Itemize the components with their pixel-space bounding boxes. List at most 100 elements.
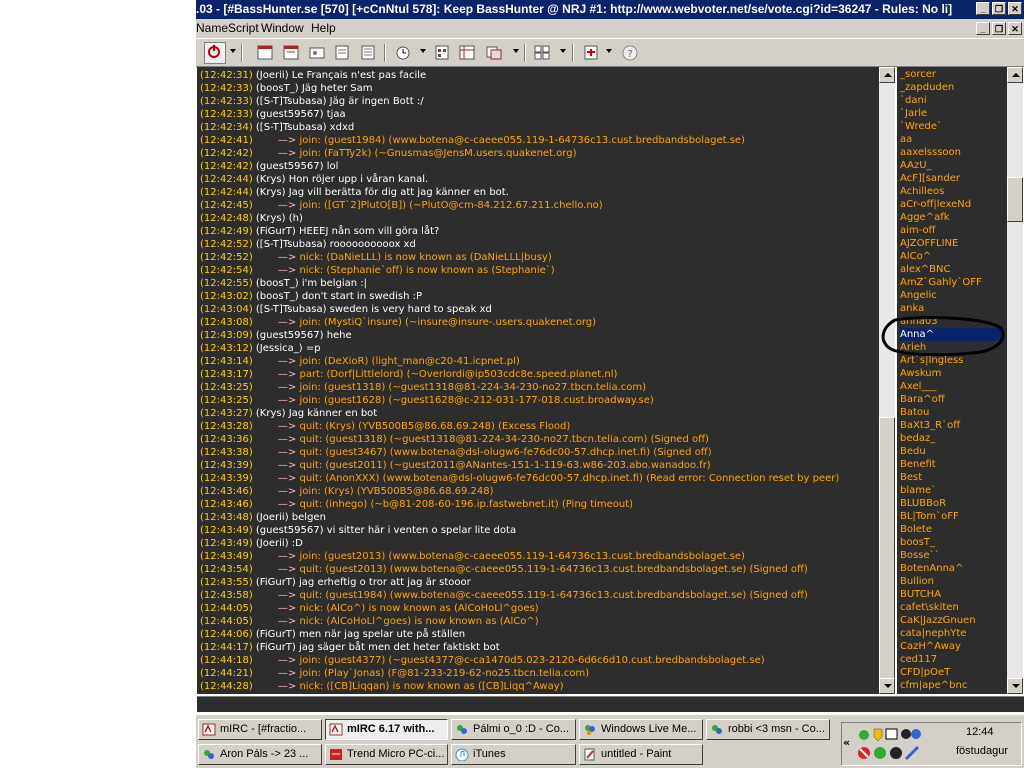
chat-nick[interactable]: (Joerii) [256,512,289,523]
window-dropdown-icon[interactable] [560,49,566,53]
message-input[interactable] [197,696,1024,712]
nick-list-item[interactable]: Bedu [900,445,1004,458]
help-icon[interactable]: ? [621,44,639,61]
mdi-minimize-button[interactable]: _ [976,22,990,35]
nick-list-item[interactable]: AmZ`Gahly`OFF [900,276,1004,289]
nick-list-item[interactable]: Agge^afk [900,211,1004,224]
nick-list-item[interactable]: AlCo^ [900,250,1004,263]
tray-expand-icon[interactable]: « [843,736,850,749]
mdi-close-button[interactable]: ✕ [1008,22,1022,35]
nick-list-item[interactable]: BLUBBoR [900,497,1004,510]
nick-list-item[interactable]: AcF][sander [900,172,1004,185]
chat-scrollbar[interactable] [879,67,895,694]
nick-list-item[interactable]: AJZOFFLINE [900,237,1004,250]
chat-nick[interactable]: (boosT_) [256,83,299,94]
close-button[interactable]: ✕ [1008,2,1022,15]
nick-list-item[interactable]: Bara^off [900,393,1004,406]
nick-list-item[interactable]: BotenAnna^ [900,562,1004,575]
taskbar-button[interactable]: Windows Live Me... [579,719,703,740]
chat-scroll-thumb[interactable] [879,417,895,680]
chat-nick[interactable]: (guest59567) [256,525,324,536]
timer-icon[interactable] [394,44,412,61]
taskbar-button[interactable]: Aron Páls -> 23 ... [198,744,322,765]
nick-list-item[interactable]: Achilleos [900,185,1004,198]
address-book-icon[interactable] [359,44,377,61]
nick-list-item[interactable]: Benefit [900,458,1004,471]
channel-list-icon[interactable] [282,44,300,61]
nick-list-item[interactable]: AAzU_ [900,159,1004,172]
chat-nick[interactable]: ([S-T]Tsubasa) [256,239,327,250]
scripts-dropdown-icon[interactable] [606,49,612,53]
taskbar-button[interactable]: mIRC 6.17 with... [325,719,448,740]
nick-list-item[interactable]: CaK|JazzGnuen [900,614,1004,627]
taskbar-button[interactable]: robbi <3 msn - Co... [706,719,830,740]
nick-list-item[interactable]: anka [900,302,1004,315]
nick-list-item[interactable]: Angelic [900,289,1004,302]
nick-list-item[interactable]: Awskum [900,367,1004,380]
nick-list-item[interactable]: aCr-off|lexeNd [900,198,1004,211]
taskbar-button[interactable]: Trend Micro PC-ci... [325,744,448,765]
nicklist-scroll-thumb[interactable] [1007,177,1023,222]
options-icon[interactable] [256,44,274,61]
nick-list-item[interactable]: BL|Tom`oFF [900,510,1004,523]
chat-nick[interactable]: (boosT_) [256,291,299,302]
nick-list-item[interactable]: ced117 [900,653,1004,666]
nick-list-item[interactable]: _zapduden [900,81,1004,94]
chat-nick[interactable]: (Jessica_) [256,343,303,354]
chat-nick[interactable]: ([S-T]Tsubasa) [256,122,327,133]
restore-button[interactable]: ❐ [992,2,1006,15]
nick-list-item[interactable]: BaXt3_R`off [900,419,1004,432]
chat-nick[interactable]: (Krys) [256,187,286,198]
nick-list-item[interactable]: aa [900,133,1004,146]
minimize-button[interactable]: _ [976,2,990,15]
tray-icons[interactable] [858,725,938,763]
nicklist-scrollbar[interactable] [1007,67,1023,694]
nick-list-item[interactable]: `Jarle [900,107,1004,120]
chat-nick[interactable]: (Joerii) [256,538,289,549]
chat-nick[interactable]: (FiGurT) [256,226,296,237]
chat-nick[interactable]: (FiGurT) [256,577,296,588]
nick-list-item[interactable]: BUTCHA [900,588,1004,601]
chat-scroll-up-button[interactable] [879,67,895,83]
nick-list[interactable]: _sorcer _zapduden `dani `Jarle `Wrede` aa aaxe… [897,67,1007,694]
chat-nick[interactable]: (boosT_) [256,278,299,289]
nick-list-item[interactable]: Bullion [900,575,1004,588]
chat-nick[interactable]: ([S-T]Tsubasa) [256,96,327,107]
nicklist-scroll-down-button[interactable] [1007,678,1023,694]
nick-list-item[interactable]: _sorcer [900,68,1004,81]
nick-list-item[interactable]: cfm|ape^bnc [900,679,1004,692]
nicklist-scroll-up-button[interactable] [1007,67,1023,83]
url-catcher-icon[interactable] [333,44,351,61]
nick-list-item[interactable]: Best [900,471,1004,484]
nick-list-item[interactable]: bedaz_ [900,432,1004,445]
chat-nick[interactable]: ([S-T]Tsubasa) [256,304,327,315]
nick-list-item[interactable]: Batou [900,406,1004,419]
nick-list-item[interactable]: aaxelsssoon [900,146,1004,159]
menu-help[interactable]: Help [311,21,336,35]
nick-list-item[interactable]: aim-off [900,224,1004,237]
chat-window[interactable]: (12:42:31) (Joerii) Le Français n'est pa… [197,67,880,694]
notify-icon[interactable] [308,44,326,61]
chat-nick[interactable]: (Krys) [256,408,286,419]
remote-icon[interactable] [485,44,503,61]
chat-nick[interactable]: (Krys) [256,213,286,224]
clock-time[interactable]: 12:44 [966,726,994,738]
colors-icon[interactable] [433,44,451,61]
menu-window[interactable]: Window [261,21,304,35]
title-bar[interactable]: .03 - [#BassHunter.se [570] [+cCnNtul 57… [196,0,1024,19]
nick-list-item[interactable]: Axel___ [900,380,1004,393]
nick-list-item[interactable]: `dani [900,94,1004,107]
taskbar-button[interactable]: Pálmi o_0 :D - Co... [451,719,576,740]
chat-nick[interactable]: (FiGurT) [256,629,296,640]
chat-nick[interactable]: (FiGurT) [256,642,296,653]
nick-list-item[interactable]: Bosse`` [900,549,1004,562]
nick-list-item[interactable]: cata|nephYte [900,627,1004,640]
nick-list-item[interactable]: boosT_ [900,536,1004,549]
chat-scroll-down-button[interactable] [879,678,895,694]
nick-list-item[interactable]: Bolete [900,523,1004,536]
connect-icon[interactable] [204,42,226,64]
chat-nick[interactable]: (guest59567) [256,330,324,341]
chat-nick[interactable]: (guest59567) [256,161,324,172]
dcc-icon[interactable] [458,44,476,61]
nick-list-item[interactable]: cafet\skiten [900,601,1004,614]
